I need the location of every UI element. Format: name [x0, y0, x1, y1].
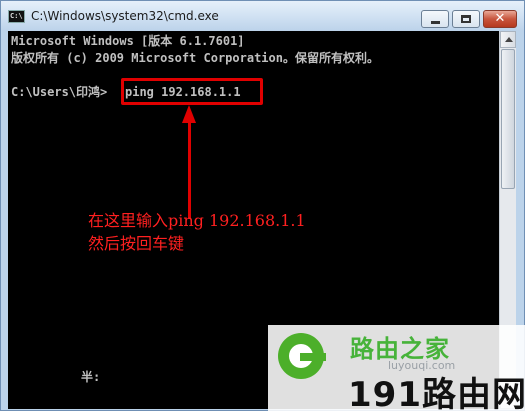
command-highlight-box	[121, 78, 263, 105]
close-icon: ✕	[494, 11, 506, 26]
scroll-thumb[interactable]	[501, 49, 515, 189]
arrow-shaft	[188, 121, 191, 219]
close-button[interactable]: ✕	[483, 10, 517, 28]
console-prompt: C:\Users\印鸿>	[11, 85, 108, 99]
router-logo-icon	[278, 333, 326, 379]
console-line-version: Microsoft Windows [版本 6.1.7601]	[11, 34, 245, 48]
console-line-copyright: 版权所有 (c) 2009 Microsoft Corporation。保留所有…	[11, 51, 379, 65]
cmd-icon[interactable]: C:\	[8, 10, 25, 23]
title-bar[interactable]: C:\ C:\Windows\system32\cmd.exe ✕	[1, 1, 524, 31]
annotation-line-1: 在这里输入ping 192.168.1.1	[88, 211, 306, 230]
minimize-icon	[431, 21, 440, 24]
maximize-icon	[461, 15, 471, 23]
console-bottom-text: 半:	[81, 370, 101, 384]
annotation-line-2: 然后按回车键	[88, 234, 185, 253]
chevron-up-icon	[505, 37, 513, 42]
watermark-brand: 191路由网	[348, 375, 525, 415]
minimize-button[interactable]	[421, 10, 449, 28]
scroll-up-button[interactable]	[500, 31, 516, 48]
window-title: C:\Windows\system32\cmd.exe	[31, 9, 219, 23]
maximize-button[interactable]	[452, 10, 480, 28]
watermark: 路由之家 luyouqi.com 191路由网	[268, 325, 525, 415]
